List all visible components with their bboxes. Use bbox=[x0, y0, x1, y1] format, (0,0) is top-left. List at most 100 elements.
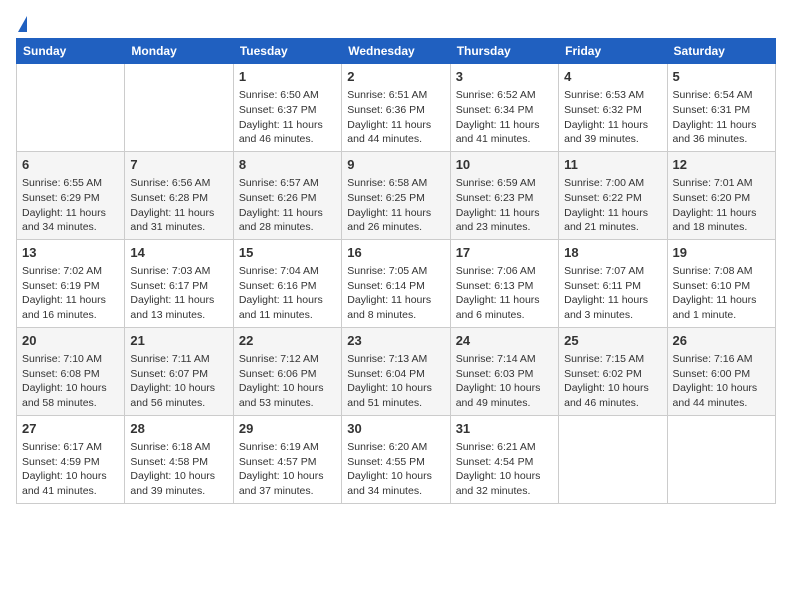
day-info: Sunrise: 6:54 AM Sunset: 6:31 PM Dayligh… bbox=[673, 88, 770, 147]
calendar-day-cell bbox=[125, 64, 233, 152]
calendar-day-cell: 30Sunrise: 6:20 AM Sunset: 4:55 PM Dayli… bbox=[342, 415, 450, 503]
day-info: Sunrise: 6:56 AM Sunset: 6:28 PM Dayligh… bbox=[130, 176, 227, 235]
day-of-week-header: Friday bbox=[559, 39, 667, 64]
day-info: Sunrise: 6:17 AM Sunset: 4:59 PM Dayligh… bbox=[22, 440, 119, 499]
day-info: Sunrise: 7:05 AM Sunset: 6:14 PM Dayligh… bbox=[347, 264, 444, 323]
day-info: Sunrise: 6:52 AM Sunset: 6:34 PM Dayligh… bbox=[456, 88, 553, 147]
logo-triangle-icon bbox=[18, 16, 27, 32]
day-number: 23 bbox=[347, 332, 444, 350]
day-number: 31 bbox=[456, 420, 553, 438]
calendar-day-cell bbox=[17, 64, 125, 152]
day-of-week-header: Saturday bbox=[667, 39, 775, 64]
calendar-day-cell: 3Sunrise: 6:52 AM Sunset: 6:34 PM Daylig… bbox=[450, 64, 558, 152]
calendar-header-row: SundayMondayTuesdayWednesdayThursdayFrid… bbox=[17, 39, 776, 64]
calendar-day-cell: 10 Sunrise: 6:59 AM Sunset: 6:23 PM Dayli… bbox=[450, 151, 558, 239]
calendar-day-cell: 13Sunrise: 7:02 AM Sunset: 6:19 PM Dayli… bbox=[17, 239, 125, 327]
calendar-week-row: 20Sunrise: 7:10 AM Sunset: 6:08 PM Dayli… bbox=[17, 327, 776, 415]
calendar-day-cell: 22 Sunrise: 7:12 AM Sunset: 6:06 PM Dayli… bbox=[233, 327, 341, 415]
day-number: 29 bbox=[239, 420, 336, 438]
day-of-week-header: Thursday bbox=[450, 39, 558, 64]
day-of-week-header: Tuesday bbox=[233, 39, 341, 64]
calendar-week-row: 13Sunrise: 7:02 AM Sunset: 6:19 PM Dayli… bbox=[17, 239, 776, 327]
day-info: Sunrise: 7:06 AM Sunset: 6:13 PM Dayligh… bbox=[456, 264, 553, 323]
calendar-day-cell: 17 Sunrise: 7:06 AM Sunset: 6:13 PM Dayli… bbox=[450, 239, 558, 327]
calendar-day-cell: 28 Sunrise: 6:18 AM Sunset: 4:58 PM Dayli… bbox=[125, 415, 233, 503]
day-info: Sunrise: 7:15 AM Sunset: 6:02 PM Dayligh… bbox=[564, 352, 661, 411]
calendar-day-cell: 9Sunrise: 6:58 AM Sunset: 6:25 PM Daylig… bbox=[342, 151, 450, 239]
day-info: Sunrise: 7:12 AM Sunset: 6:06 PM Dayligh… bbox=[239, 352, 336, 411]
day-info: Sunrise: 6:57 AM Sunset: 6:26 PM Dayligh… bbox=[239, 176, 336, 235]
day-of-week-header: Monday bbox=[125, 39, 233, 64]
day-info: Sunrise: 7:04 AM Sunset: 6:16 PM Dayligh… bbox=[239, 264, 336, 323]
calendar-day-cell: 21 Sunrise: 7:11 AM Sunset: 6:07 PM Dayli… bbox=[125, 327, 233, 415]
day-number: 17 bbox=[456, 244, 553, 262]
day-info: Sunrise: 7:01 AM Sunset: 6:20 PM Dayligh… bbox=[673, 176, 770, 235]
calendar-day-cell: 5 Sunrise: 6:54 AM Sunset: 6:31 PM Daylig… bbox=[667, 64, 775, 152]
calendar-day-cell: 15 Sunrise: 7:04 AM Sunset: 6:16 PM Dayli… bbox=[233, 239, 341, 327]
calendar-day-cell: 6 Sunrise: 6:55 AM Sunset: 6:29 PM Daylig… bbox=[17, 151, 125, 239]
calendar-day-cell: 23 Sunrise: 7:13 AM Sunset: 6:04 PM Dayli… bbox=[342, 327, 450, 415]
day-info: Sunrise: 7:11 AM Sunset: 6:07 PM Dayligh… bbox=[130, 352, 227, 411]
day-number: 21 bbox=[130, 332, 227, 350]
calendar-day-cell: 8Sunrise: 6:57 AM Sunset: 6:26 PM Daylig… bbox=[233, 151, 341, 239]
day-number: 6 bbox=[22, 156, 119, 174]
page-header bbox=[16, 16, 776, 30]
day-number: 15 bbox=[239, 244, 336, 262]
day-info: Sunrise: 7:10 AM Sunset: 6:08 PM Dayligh… bbox=[22, 352, 119, 411]
day-info: Sunrise: 7:03 AM Sunset: 6:17 PM Dayligh… bbox=[130, 264, 227, 323]
day-number: 30 bbox=[347, 420, 444, 438]
day-info: Sunrise: 6:21 AM Sunset: 4:54 PM Dayligh… bbox=[456, 440, 553, 499]
calendar-week-row: 6 Sunrise: 6:55 AM Sunset: 6:29 PM Daylig… bbox=[17, 151, 776, 239]
day-of-week-header: Sunday bbox=[17, 39, 125, 64]
day-number: 1 bbox=[239, 68, 336, 86]
day-info: Sunrise: 6:19 AM Sunset: 4:57 PM Dayligh… bbox=[239, 440, 336, 499]
day-number: 16 bbox=[347, 244, 444, 262]
calendar-day-cell: 31 Sunrise: 6:21 AM Sunset: 4:54 PM Dayli… bbox=[450, 415, 558, 503]
day-info: Sunrise: 6:59 AM Sunset: 6:23 PM Dayligh… bbox=[456, 176, 553, 235]
calendar-week-row: 27 Sunrise: 6:17 AM Sunset: 4:59 PM Dayli… bbox=[17, 415, 776, 503]
calendar-day-cell: 24 Sunrise: 7:14 AM Sunset: 6:03 PM Dayli… bbox=[450, 327, 558, 415]
day-number: 14 bbox=[130, 244, 227, 262]
calendar-day-cell: 16 Sunrise: 7:05 AM Sunset: 6:14 PM Dayli… bbox=[342, 239, 450, 327]
day-info: Sunrise: 6:51 AM Sunset: 6:36 PM Dayligh… bbox=[347, 88, 444, 147]
day-info: Sunrise: 7:08 AM Sunset: 6:10 PM Dayligh… bbox=[673, 264, 770, 323]
day-number: 4 bbox=[564, 68, 661, 86]
day-info: Sunrise: 7:13 AM Sunset: 6:04 PM Dayligh… bbox=[347, 352, 444, 411]
day-info: Sunrise: 6:55 AM Sunset: 6:29 PM Dayligh… bbox=[22, 176, 119, 235]
day-number: 28 bbox=[130, 420, 227, 438]
day-info: Sunrise: 7:14 AM Sunset: 6:03 PM Dayligh… bbox=[456, 352, 553, 411]
calendar-day-cell: 12 Sunrise: 7:01 AM Sunset: 6:20 PM Dayli… bbox=[667, 151, 775, 239]
calendar-day-cell bbox=[559, 415, 667, 503]
day-of-week-header: Wednesday bbox=[342, 39, 450, 64]
day-info: Sunrise: 7:16 AM Sunset: 6:00 PM Dayligh… bbox=[673, 352, 770, 411]
day-number: 11 bbox=[564, 156, 661, 174]
day-number: 24 bbox=[456, 332, 553, 350]
calendar-day-cell: 14 Sunrise: 7:03 AM Sunset: 6:17 PM Dayli… bbox=[125, 239, 233, 327]
day-info: Sunrise: 7:07 AM Sunset: 6:11 PM Dayligh… bbox=[564, 264, 661, 323]
calendar-day-cell: 27 Sunrise: 6:17 AM Sunset: 4:59 PM Dayli… bbox=[17, 415, 125, 503]
calendar-day-cell: 18Sunrise: 7:07 AM Sunset: 6:11 PM Dayli… bbox=[559, 239, 667, 327]
day-number: 5 bbox=[673, 68, 770, 86]
day-number: 12 bbox=[673, 156, 770, 174]
calendar-day-cell: 20Sunrise: 7:10 AM Sunset: 6:08 PM Dayli… bbox=[17, 327, 125, 415]
logo bbox=[16, 16, 27, 30]
calendar-day-cell: 11 Sunrise: 7:00 AM Sunset: 6:22 PM Dayli… bbox=[559, 151, 667, 239]
calendar-day-cell: 1 Sunrise: 6:50 AM Sunset: 6:37 PM Daylig… bbox=[233, 64, 341, 152]
day-number: 10 bbox=[456, 156, 553, 174]
calendar-day-cell: 2 Sunrise: 6:51 AM Sunset: 6:36 PM Daylig… bbox=[342, 64, 450, 152]
day-info: Sunrise: 6:58 AM Sunset: 6:25 PM Dayligh… bbox=[347, 176, 444, 235]
calendar-day-cell: 7Sunrise: 6:56 AM Sunset: 6:28 PM Daylig… bbox=[125, 151, 233, 239]
day-info: Sunrise: 6:53 AM Sunset: 6:32 PM Dayligh… bbox=[564, 88, 661, 147]
day-number: 2 bbox=[347, 68, 444, 86]
calendar-day-cell bbox=[667, 415, 775, 503]
day-number: 25 bbox=[564, 332, 661, 350]
calendar-table: SundayMondayTuesdayWednesdayThursdayFrid… bbox=[16, 38, 776, 504]
day-info: Sunrise: 7:00 AM Sunset: 6:22 PM Dayligh… bbox=[564, 176, 661, 235]
calendar-day-cell: 25 Sunrise: 7:15 AM Sunset: 6:02 PM Dayli… bbox=[559, 327, 667, 415]
day-number: 19 bbox=[673, 244, 770, 262]
day-number: 27 bbox=[22, 420, 119, 438]
day-number: 22 bbox=[239, 332, 336, 350]
day-number: 13 bbox=[22, 244, 119, 262]
day-info: Sunrise: 6:18 AM Sunset: 4:58 PM Dayligh… bbox=[130, 440, 227, 499]
day-info: Sunrise: 6:50 AM Sunset: 6:37 PM Dayligh… bbox=[239, 88, 336, 147]
